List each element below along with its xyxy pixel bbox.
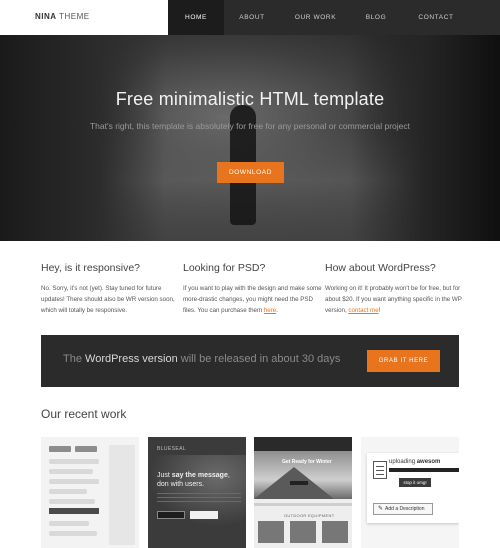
thumb-uploader-description: ✎ Add a Description: [373, 503, 433, 515]
grab-it-button[interactable]: GRAB IT HERE: [367, 350, 440, 372]
headline-pre: Just: [157, 472, 172, 479]
thumb-uploader-stop: stop it omg!: [399, 478, 431, 487]
thumb-blueseal-button: [157, 511, 185, 519]
feature-title: How about WordPress?: [325, 262, 436, 274]
thumb-winter-product: [290, 521, 316, 543]
thumb-ui-row: [49, 499, 95, 504]
hero-subtitle: That's right, this template is absolutel…: [89, 121, 411, 131]
thumb-winter-divider: [254, 503, 352, 506]
feature-end: !: [378, 307, 381, 314]
thumb-blueseal-header: BLUESEAL: [157, 446, 187, 452]
banner-text-after: will be released in about 30 days: [177, 353, 341, 365]
thumb-winter-topbar: [254, 437, 352, 451]
feature-body: Working on it! It probably won't be for …: [325, 285, 462, 314]
hero-section: Free minimalistic HTML template That's r…: [0, 35, 500, 241]
banner-highlight: WordPress version: [85, 353, 178, 365]
thumb-ui-button: [49, 446, 71, 452]
thumb-ui-button: [75, 446, 97, 452]
thumb-ui-row: [49, 479, 99, 484]
thumb-ui-dark-row: [49, 508, 99, 514]
brand-area: NINA THEME: [0, 0, 168, 35]
nav-about[interactable]: ABOUT: [224, 0, 280, 35]
nav-contact[interactable]: CONTACT: [401, 0, 471, 35]
logo-light: THEME: [59, 12, 90, 21]
document-line: [376, 470, 384, 471]
thumb-blueseal-text-lines: [157, 493, 241, 503]
hero-background-wall-left: [0, 35, 165, 241]
hero-title: Free minimalistic HTML template: [115, 89, 385, 109]
uploading-bold: awesom: [416, 459, 441, 465]
thumb-uploader-progress: [389, 468, 459, 472]
nav-our-work[interactable]: OUR WORK: [280, 0, 351, 35]
thumb-ui-row: [49, 489, 87, 494]
uploading-text: uploading: [389, 459, 417, 465]
thumb-ui-row: [49, 531, 97, 536]
thumb-uploader-status: uploading awesom: [389, 459, 440, 465]
nav-blog[interactable]: BLOG: [351, 0, 401, 35]
document-line: [376, 474, 384, 475]
feature-body: No. Sorry, it's not (yet). Stay tuned fo…: [41, 285, 175, 314]
headline-bold: say the message: [171, 472, 228, 479]
work-thumb-blueseal[interactable]: BLUESEAL Just say the message, don with …: [148, 437, 246, 548]
thumb-ui-row: [49, 469, 93, 474]
contact-link[interactable]: contact me: [348, 307, 378, 314]
top-navigation: NINA THEME HOME ABOUT OUR WORK BLOG CONT…: [0, 0, 500, 35]
feature-text: Working on it! It probably won't be for …: [325, 283, 465, 316]
thumb-ui-row: [49, 521, 89, 526]
thumb-ui-sidebar: [109, 445, 135, 545]
thumb-winter-label: OUTDOOR EQUIPMENT: [284, 513, 335, 518]
thumb-winter-cta: [290, 481, 308, 485]
nav-menu: HOME ABOUT OUR WORK BLOG CONTACT: [168, 0, 500, 35]
logo[interactable]: NINA THEME: [35, 12, 90, 21]
wordpress-banner: The WordPress version will be released i…: [41, 335, 459, 387]
hero-background-wall-right: [350, 35, 500, 241]
thumb-blueseal-button: [190, 511, 218, 519]
banner-text-before: The: [63, 353, 86, 365]
feature-title: Hey, is it responsive?: [41, 262, 141, 274]
feature-title: Looking for PSD?: [183, 262, 266, 274]
thumb-winter-product: [258, 521, 284, 543]
feature-psd: Looking for PSD? If you want to play wit…: [183, 262, 323, 316]
nav-home[interactable]: HOME: [168, 0, 224, 35]
work-thumb-uploader[interactable]: uploading awesom stop it omg! ✎ Add a Des…: [361, 437, 459, 548]
document-icon: [373, 461, 387, 479]
feature-body: If you want to play with the design and …: [183, 285, 322, 314]
recent-work-title: Our recent work: [41, 407, 127, 421]
thumb-winter-caption: Get Ready for Winter: [282, 459, 332, 465]
thumb-blueseal-headline: Just say the message, don with users.: [157, 472, 243, 489]
feature-text: If you want to play with the design and …: [183, 283, 323, 316]
thumb-winter-product: [322, 521, 348, 543]
document-line: [376, 466, 384, 467]
thumb-uploader-card: uploading awesom stop it omg! ✎ Add a Des…: [367, 453, 459, 523]
feature-text: No. Sorry, it's not (yet). Stay tuned fo…: [41, 283, 181, 316]
work-thumb-winter[interactable]: Get Ready for Winter OUTDOOR EQUIPMENT: [254, 437, 352, 548]
feature-end: .: [276, 307, 278, 314]
psd-link[interactable]: here: [264, 307, 276, 314]
thumb-ui-row: [49, 459, 99, 464]
description-text: Add a Description: [385, 506, 425, 512]
feature-wordpress: How about WordPress? Working on it! It p…: [325, 262, 465, 316]
logo-bold: NINA: [35, 12, 57, 21]
pencil-icon: ✎: [378, 506, 384, 512]
banner-message: The WordPress version will be released i…: [63, 353, 340, 365]
work-thumb-ui-kit[interactable]: [41, 437, 139, 548]
download-button[interactable]: DOWNLOAD: [217, 162, 284, 183]
feature-responsive: Hey, is it responsive? No. Sorry, it's n…: [41, 262, 181, 316]
